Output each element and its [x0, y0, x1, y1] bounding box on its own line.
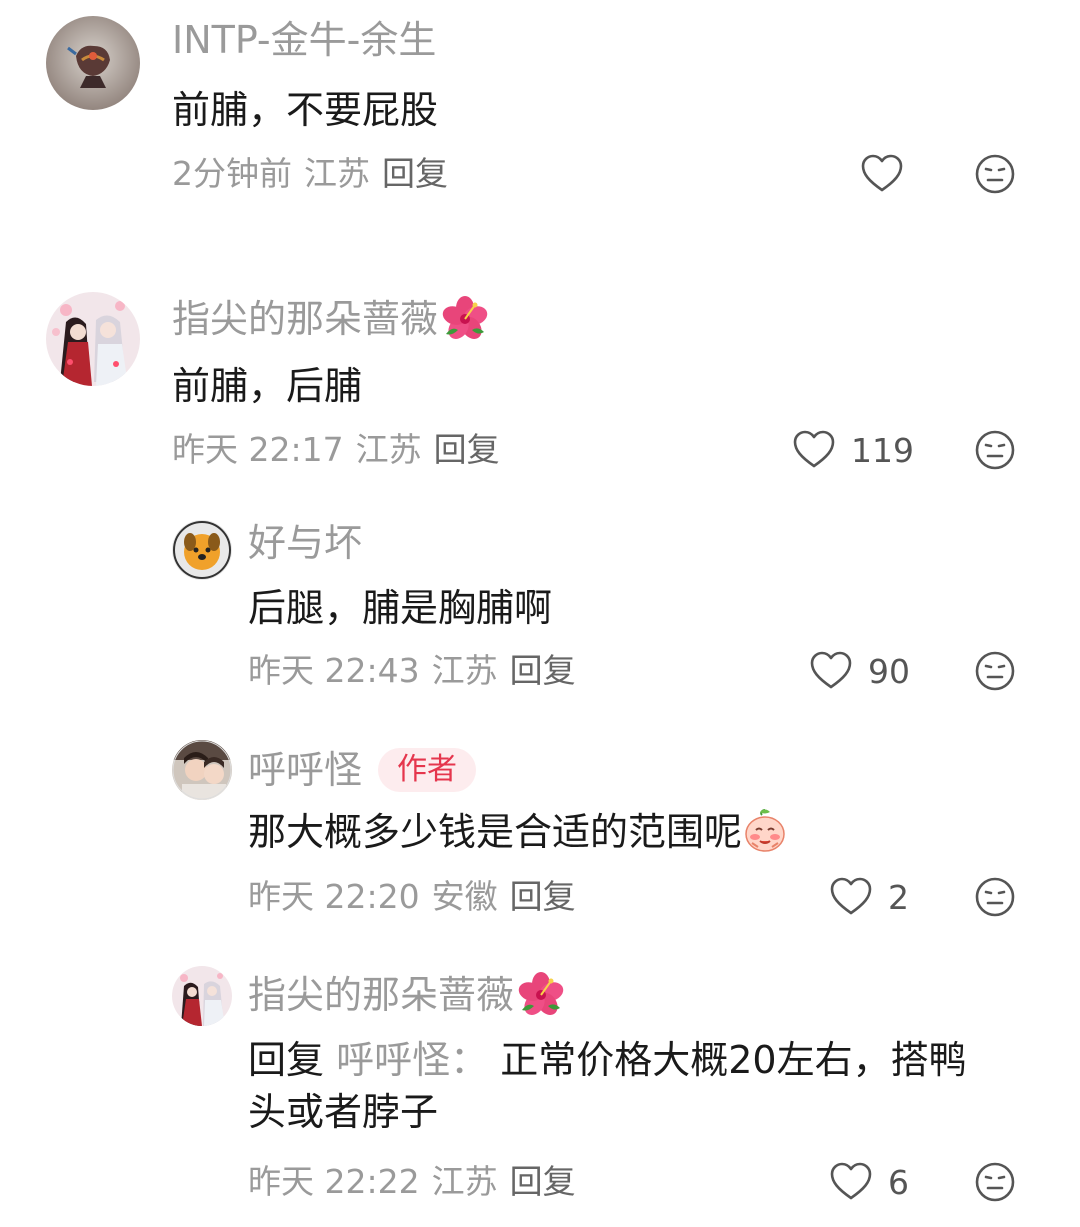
- comment-meta: 昨天 22:43 江苏 回复: [248, 654, 588, 687]
- avatar[interactable]: [46, 16, 140, 110]
- reply-button[interactable]: 回复: [510, 651, 576, 690]
- timestamp: 昨天 22:17: [172, 430, 344, 469]
- comment-meta: 昨天 22:22 江苏 回复: [248, 1165, 588, 1198]
- dislike-button[interactable]: [975, 877, 1015, 917]
- neutral-face-icon: [975, 430, 1015, 470]
- dislike-button[interactable]: [975, 1162, 1015, 1202]
- hibiscus-emoji: [442, 296, 488, 342]
- like-count: 90: [868, 651, 910, 691]
- comment-text: 前脯，不要屁股: [172, 84, 438, 136]
- reply-button[interactable]: 回复: [434, 430, 500, 469]
- username-text: 指尖的那朵蔷薇: [172, 297, 439, 341]
- username-text: 好与坏: [248, 521, 363, 565]
- avatar[interactable]: [172, 966, 232, 1026]
- neutral-face-icon: [975, 877, 1015, 917]
- username-text: 呼呼怪: [248, 748, 363, 792]
- reply-button[interactable]: 回复: [510, 877, 576, 916]
- like-button[interactable]: 2: [830, 877, 909, 917]
- username[interactable]: 好与坏: [248, 524, 362, 562]
- like-count: 119: [851, 430, 914, 470]
- like-button[interactable]: 6: [830, 1162, 909, 1202]
- dislike-button[interactable]: [975, 651, 1015, 691]
- comment-meta: 2分钟前 江苏 回复: [172, 157, 460, 190]
- like-button[interactable]: 119: [793, 430, 914, 470]
- like-count: 6: [888, 1162, 909, 1202]
- timestamp: 昨天 22:43: [248, 651, 420, 690]
- comment-text-content: 头或者脖子: [248, 1090, 439, 1134]
- location: 江苏: [304, 154, 370, 193]
- location: 江苏: [355, 430, 422, 469]
- timestamp: 2分钟前: [172, 154, 292, 193]
- comment-text-content: 正常价格大概20左右，搭鸭: [500, 1038, 967, 1082]
- heart-outline-icon: [830, 877, 872, 917]
- hibiscus-emoji: [518, 972, 564, 1018]
- heart-outline-icon: [830, 1162, 872, 1202]
- timestamp: 昨天 22:20: [248, 877, 420, 916]
- comment-text: 后腿，脯是胸脯啊: [248, 582, 552, 634]
- timestamp: 昨天 22:22: [248, 1162, 420, 1201]
- comment-text-content: 前脯，不要屁股: [172, 88, 439, 132]
- neutral-face-icon: [975, 154, 1015, 194]
- dislike-button[interactable]: [975, 154, 1015, 194]
- avatar[interactable]: [46, 292, 140, 386]
- avatar[interactable]: [172, 740, 232, 800]
- username[interactable]: 指尖的那朵蔷薇: [248, 972, 564, 1018]
- username[interactable]: 呼呼怪 作者: [248, 748, 477, 792]
- avatar[interactable]: [172, 520, 232, 580]
- reply-prefix: 回复: [248, 1038, 325, 1082]
- username[interactable]: 指尖的那朵蔷薇: [172, 296, 488, 342]
- heart-outline-icon: [810, 651, 852, 691]
- reply-target-username[interactable]: 呼呼怪：: [336, 1038, 488, 1082]
- author-badge: 作者: [378, 748, 477, 792]
- comment-text-content: 后腿，脯是胸脯啊: [248, 586, 553, 630]
- comment-text: 前脯，后脯: [172, 360, 362, 412]
- comment-text-content: 前脯，后脯: [172, 364, 363, 408]
- blushing-face-emoji: [742, 807, 788, 853]
- location: 江苏: [431, 651, 498, 690]
- neutral-face-icon: [975, 1162, 1015, 1202]
- comment-text: 回复 呼呼怪： 正常价格大概20左右，搭鸭 头或者脖子: [248, 1034, 967, 1138]
- like-count: 2: [888, 877, 909, 917]
- like-button[interactable]: 90: [810, 651, 910, 691]
- heart-outline-icon: [861, 154, 903, 194]
- comment-text: 那大概多少钱是合适的范围呢: [248, 806, 788, 858]
- comment-meta: 昨天 22:20 安徽 回复: [248, 880, 588, 913]
- username[interactable]: INTP-金牛-余生: [172, 21, 436, 59]
- reply-button[interactable]: 回复: [510, 1162, 576, 1201]
- username-text: INTP-金牛-余生: [172, 18, 437, 62]
- dislike-button[interactable]: [975, 430, 1015, 470]
- username-text: 指尖的那朵蔷薇: [248, 973, 515, 1017]
- like-button[interactable]: [861, 154, 903, 194]
- location: 安徽: [431, 877, 498, 916]
- reply-button[interactable]: 回复: [382, 154, 448, 193]
- comment-text-content: 那大概多少钱是合适的范围呢: [248, 810, 743, 854]
- heart-outline-icon: [793, 430, 835, 470]
- comment-meta: 昨天 22:17 江苏 回复: [172, 433, 512, 466]
- neutral-face-icon: [975, 651, 1015, 691]
- location: 江苏: [431, 1162, 498, 1201]
